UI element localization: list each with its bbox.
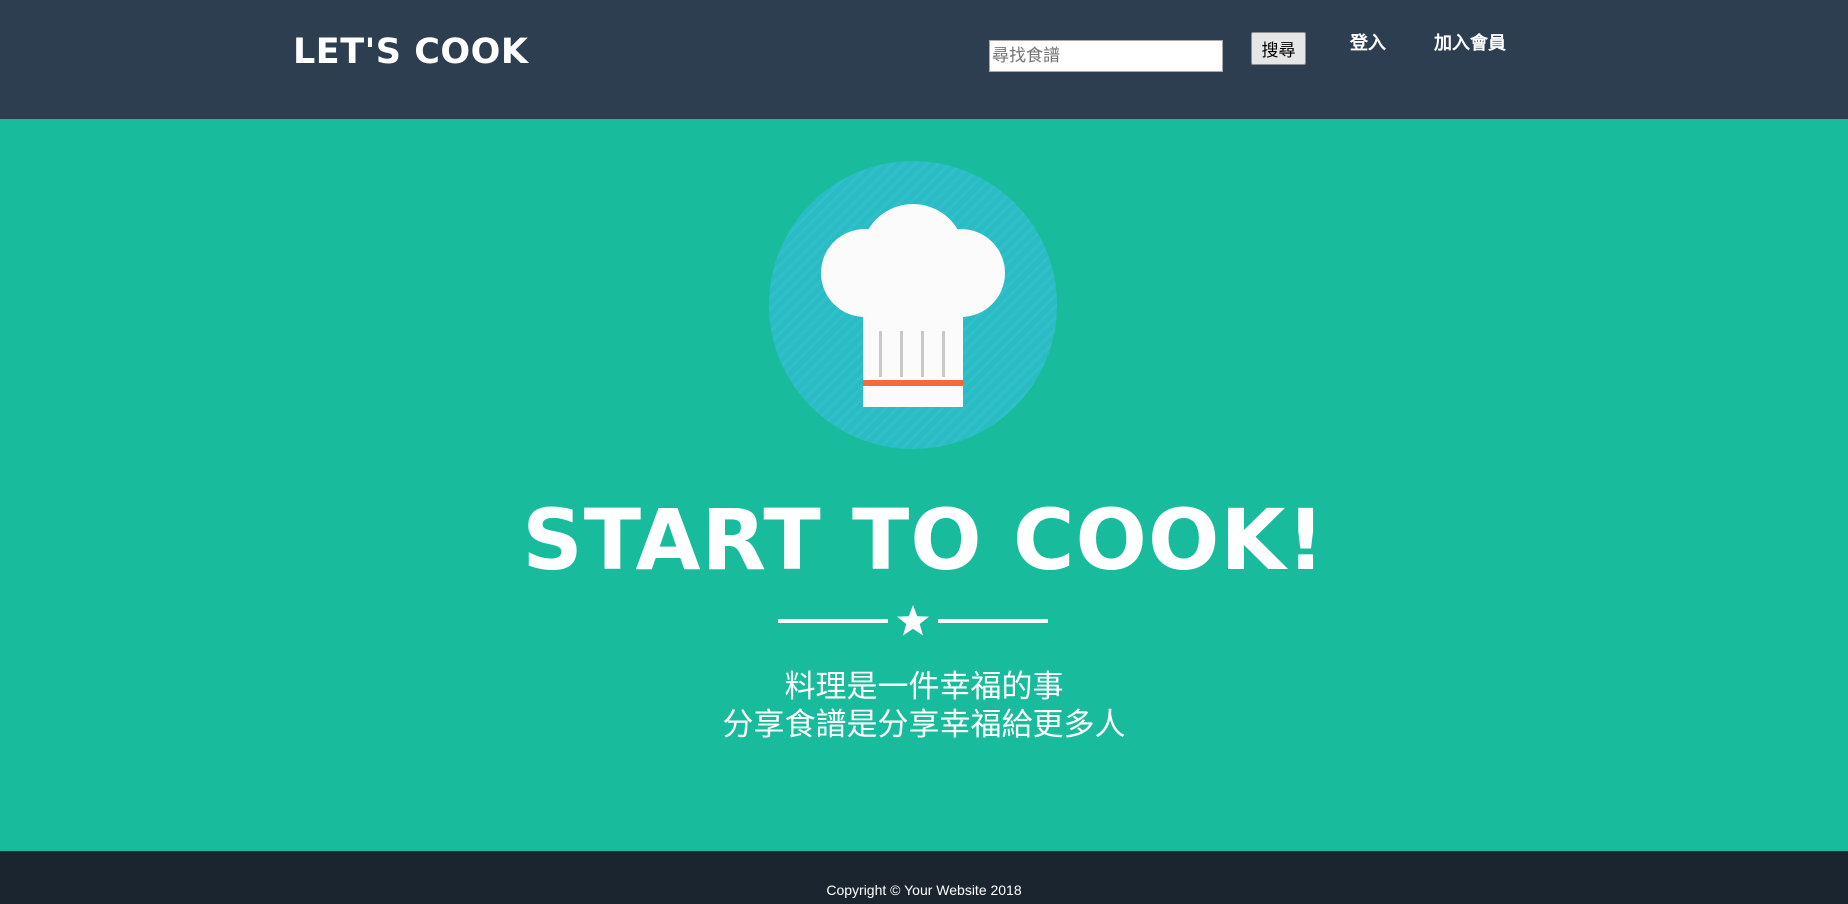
search-button[interactable]: 搜尋 bbox=[1251, 32, 1306, 65]
divider-line-right bbox=[938, 619, 1048, 623]
hero-subtext: 料理是一件幸福的事 分享食譜是分享幸福給更多人 bbox=[0, 668, 1848, 744]
hero-subtext-line: 分享食譜是分享幸福給更多人 bbox=[722, 707, 1126, 743]
page-footer: Copyright © Your Website 2018 bbox=[0, 851, 1848, 904]
chef-hat-icon bbox=[769, 161, 1057, 449]
brand-logo-link[interactable]: LET'S COOK bbox=[293, 30, 529, 74]
nav-join-link[interactable]: 加入會員 bbox=[1434, 32, 1506, 56]
nav-login-link[interactable]: 登入 bbox=[1350, 32, 1386, 56]
hero-subtext-line: 料理是一件幸福的事 bbox=[784, 669, 1064, 705]
top-navbar: LET'S COOK 搜尋 登入 加入會員 bbox=[0, 0, 1848, 119]
divider-line-left bbox=[778, 619, 888, 623]
search-input[interactable] bbox=[989, 40, 1223, 72]
hero-headline: START TO COOK! bbox=[522, 491, 1326, 589]
star-icon bbox=[897, 605, 929, 636]
copyright-text: Copyright © Your Website 2018 bbox=[826, 882, 1022, 898]
star-divider bbox=[778, 604, 1048, 638]
